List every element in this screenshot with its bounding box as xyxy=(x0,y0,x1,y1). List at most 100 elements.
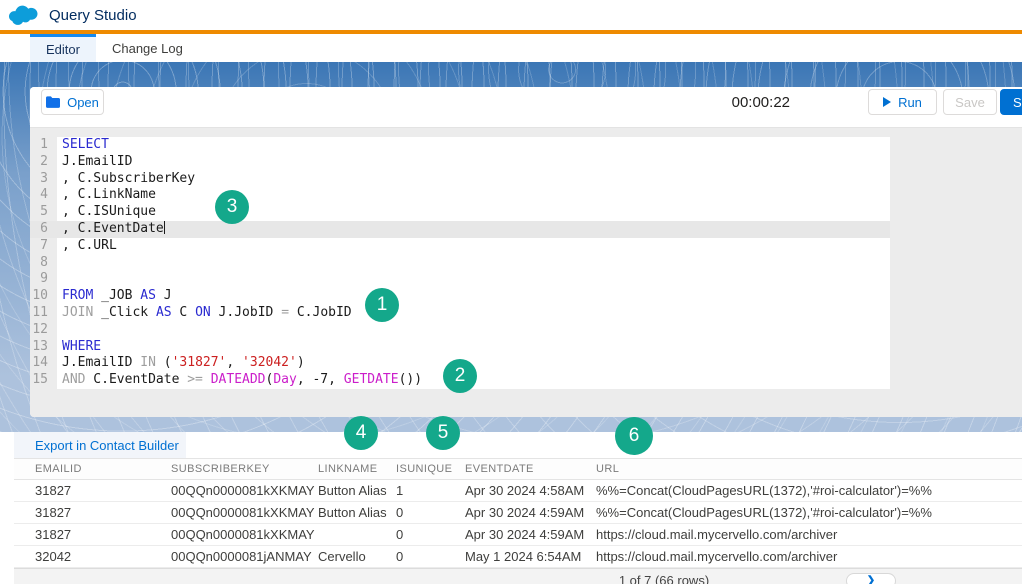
table-cell: 32042 xyxy=(14,549,171,564)
line-number: 3 xyxy=(30,171,57,188)
line-number: 12 xyxy=(30,322,57,339)
table-cell: Cervello xyxy=(318,549,396,564)
results-table-header: EMAILIDSUBSCRIBERKEYLINKNAMEISUNIQUEEVEN… xyxy=(14,458,1022,480)
annotation-circle-1: 1 xyxy=(365,288,399,322)
column-header-eventdate[interactable]: EVENTDATE xyxy=(465,463,596,475)
table-cell: 0 xyxy=(396,505,465,520)
table-cell: 00QQn0000081kXKMAY xyxy=(171,505,318,520)
code-text xyxy=(57,322,890,339)
table-cell: Button Alias xyxy=(318,505,396,520)
page-title: Query Studio xyxy=(49,7,137,24)
line-number: 9 xyxy=(30,271,57,288)
table-cell: https://cloud.mail.mycervello.com/archiv… xyxy=(596,527,1022,542)
table-row[interactable]: 3204200QQn0000081jANMAYCervello0May 1 20… xyxy=(14,546,1022,568)
code-text: , C.LinkName xyxy=(57,187,890,204)
tab-editor[interactable]: Editor xyxy=(30,34,96,62)
table-cell: 00QQn0000081kXKMAY xyxy=(171,527,318,542)
code-line-4[interactable]: 4, C.LinkName xyxy=(30,187,890,204)
line-number: 6 xyxy=(30,221,57,238)
table-cell: Apr 30 2024 4:59AM xyxy=(465,527,596,542)
code-line-11[interactable]: 11JOIN _Click AS C ON J.JobID = C.JobID xyxy=(30,305,890,322)
text-cursor xyxy=(164,221,165,234)
pagination-status: 1 of 7 (66 rows) xyxy=(484,573,844,584)
table-cell: Apr 30 2024 4:58AM xyxy=(465,483,596,498)
code-text: WHERE xyxy=(57,339,890,356)
export-row: Export in Contact Builder xyxy=(14,432,1022,458)
code-text: , C.ISUnique xyxy=(57,204,890,221)
code-line-9[interactable]: 9 xyxy=(30,271,890,288)
code-text: FROM _JOB AS J xyxy=(57,288,890,305)
save-button[interactable]: Save xyxy=(943,89,997,115)
run-button-label: Run xyxy=(898,95,922,110)
save-as-button[interactable]: S xyxy=(1000,89,1022,115)
code-text: J.EmailID xyxy=(57,154,890,171)
folder-icon xyxy=(46,96,60,108)
code-line-13[interactable]: 13WHERE xyxy=(30,339,890,356)
table-cell: 31827 xyxy=(14,483,171,498)
code-line-10[interactable]: 10FROM _JOB AS J xyxy=(30,288,890,305)
code-text: , C.SubscriberKey xyxy=(57,171,890,188)
table-cell: %%=Concat(CloudPagesURL(1372),'#roi-calc… xyxy=(596,505,1022,520)
code-text: JOIN _Click AS C ON J.JobID = C.JobID xyxy=(57,305,890,322)
editor-toolbar: Open 00:00:22 Run Save S xyxy=(30,87,1022,127)
column-header-subscriberkey[interactable]: SUBSCRIBERKEY xyxy=(171,463,318,475)
table-row[interactable]: 3182700QQn0000081kXKMAYButton Alias1Apr … xyxy=(14,480,1022,502)
code-lines: 1SELECT2J.EmailID3, C.SubscriberKey4, C.… xyxy=(30,137,890,389)
code-text xyxy=(57,255,890,272)
annotation-circle-2: 2 xyxy=(443,359,477,393)
export-in-contact-builder-link[interactable]: Export in Contact Builder xyxy=(35,438,179,453)
line-number: 2 xyxy=(30,154,57,171)
code-line-1[interactable]: 1SELECT xyxy=(30,137,890,154)
line-number: 4 xyxy=(30,187,57,204)
code-text: SELECT xyxy=(57,137,890,154)
code-text xyxy=(57,271,890,288)
save-button-label: Save xyxy=(955,95,985,110)
results-card: Export in Contact Builder EMAILIDSUBSCRI… xyxy=(14,432,1022,584)
results-table-body: 3182700QQn0000081kXKMAYButton Alias1Apr … xyxy=(14,480,1022,568)
table-cell: 31827 xyxy=(14,527,171,542)
save-as-button-label: S xyxy=(1013,95,1022,110)
code-line-8[interactable]: 8 xyxy=(30,255,890,272)
annotation-circle-5: 5 xyxy=(426,416,460,450)
table-cell: 0 xyxy=(396,527,465,542)
line-number: 11 xyxy=(30,305,57,322)
query-editor-card: Open 00:00:22 Run Save S 1SELECT2J.Email… xyxy=(30,87,1022,417)
run-button[interactable]: Run xyxy=(868,89,937,115)
line-number: 1 xyxy=(30,137,57,154)
salesforce-cloud-logo-icon xyxy=(9,4,41,26)
table-cell: 00QQn0000081jANMAY xyxy=(171,549,318,564)
open-button[interactable]: Open xyxy=(41,89,104,115)
column-header-emailid[interactable]: EMAILID xyxy=(14,463,171,475)
code-line-7[interactable]: 7, C.URL xyxy=(30,238,890,255)
table-cell: 00QQn0000081kXKMAY xyxy=(171,483,318,498)
code-line-6[interactable]: 6, C.EventDate xyxy=(30,221,890,238)
tab-change-log[interactable]: Change Log xyxy=(96,34,199,62)
query-timer: 00:00:22 xyxy=(732,94,790,111)
column-header-linkname[interactable]: LINKNAME xyxy=(318,463,396,475)
line-number: 15 xyxy=(30,372,57,389)
table-cell: 1 xyxy=(396,483,465,498)
table-cell: https://cloud.mail.mycervello.com/archiv… xyxy=(596,549,1022,564)
code-text: , C.URL xyxy=(57,238,890,255)
annotation-circle-3: 3 xyxy=(215,190,249,224)
table-row[interactable]: 3182700QQn0000081kXKMAYButton Alias0Apr … xyxy=(14,502,1022,524)
next-page-button[interactable]: ❯ xyxy=(846,573,896,584)
line-number: 10 xyxy=(30,288,57,305)
table-row[interactable]: 3182700QQn0000081kXKMAY 0Apr 30 2024 4:59… xyxy=(14,524,1022,546)
tab-bar: Editor Change Log xyxy=(0,34,1022,62)
table-cell: Apr 30 2024 4:59AM xyxy=(465,505,596,520)
chevron-right-icon: ❯ xyxy=(867,576,875,584)
code-text: , C.EventDate xyxy=(57,221,890,238)
table-cell: May 1 2024 6:54AM xyxy=(465,549,596,564)
code-line-5[interactable]: 5, C.ISUnique xyxy=(30,204,890,221)
table-cell: %%=Concat(CloudPagesURL(1372),'#roi-calc… xyxy=(596,483,1022,498)
sql-editor[interactable]: 1SELECT2J.EmailID3, C.SubscriberKey4, C.… xyxy=(30,127,1022,417)
code-line-12[interactable]: 12 xyxy=(30,322,890,339)
column-header-isunique[interactable]: ISUNIQUE xyxy=(396,463,465,475)
line-number: 7 xyxy=(30,238,57,255)
table-cell: 31827 xyxy=(14,505,171,520)
code-line-2[interactable]: 2J.EmailID xyxy=(30,154,890,171)
line-number: 14 xyxy=(30,355,57,372)
code-line-3[interactable]: 3, C.SubscriberKey xyxy=(30,171,890,188)
column-header-url[interactable]: URL xyxy=(596,463,1022,475)
